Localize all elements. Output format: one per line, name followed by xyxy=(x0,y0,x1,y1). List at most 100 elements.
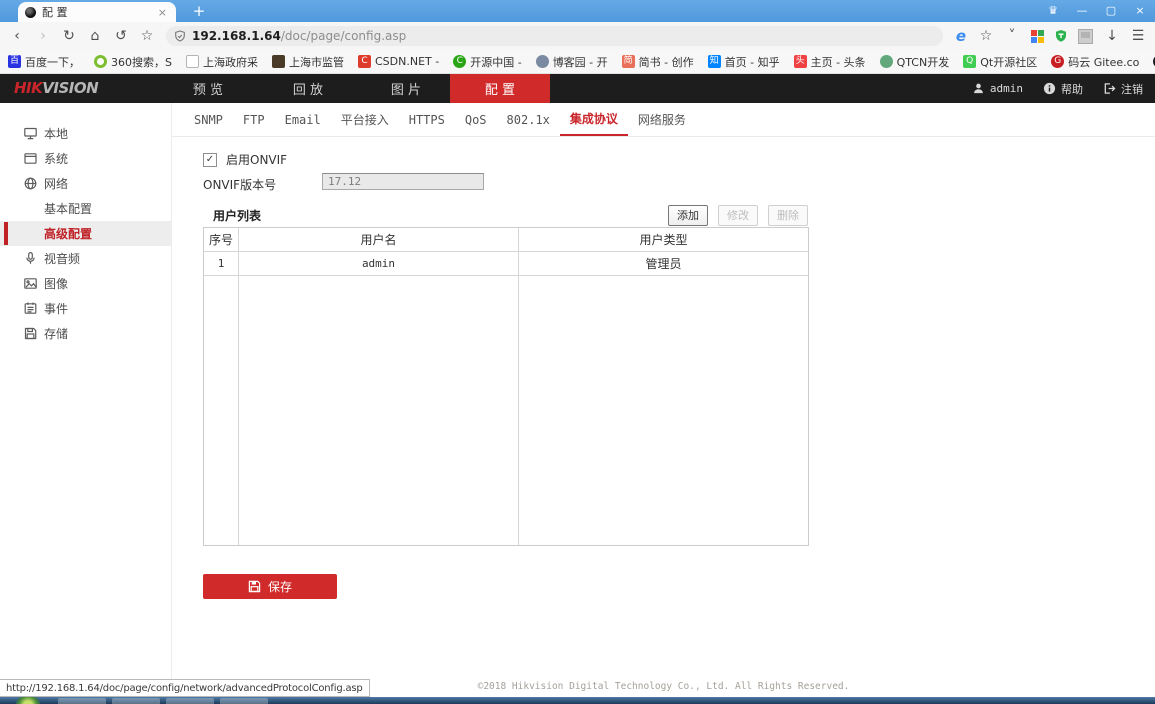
tab-integration-protocol[interactable]: 集成协议 xyxy=(560,103,628,136)
taskbar-button[interactable] xyxy=(112,698,160,704)
menu-icon[interactable]: ☰ xyxy=(1125,23,1151,49)
col-header-no: 序号 xyxy=(204,228,239,251)
forward-icon[interactable]: › xyxy=(30,23,56,49)
new-tab-button[interactable]: + xyxy=(188,1,210,21)
reload-icon[interactable]: ↻ xyxy=(56,23,82,49)
status-link-tooltip: http://192.168.1.64/doc/page/config/netw… xyxy=(0,679,370,697)
url-host: 192.168.1.64 xyxy=(192,29,281,43)
capture-icon[interactable] xyxy=(1078,29,1093,44)
favorite-star-icon[interactable]: ☆ xyxy=(973,23,999,49)
back-icon[interactable]: ‹ xyxy=(4,23,30,49)
nav-picture[interactable]: 图 片 xyxy=(356,74,456,103)
bookmark-label: 上海政府采 xyxy=(203,54,258,70)
sidebar-item-audio-video[interactable]: 视音频 xyxy=(0,246,171,271)
protocol-tabs: SNMP FTP Email 平台接入 HTTPS QoS 802.1x 集成协… xyxy=(172,103,1155,137)
bookmark-toutiao[interactable]: 头主页 - 头条 xyxy=(794,54,866,70)
nav-preview[interactable]: 预 览 xyxy=(158,74,258,103)
sidebar-item-local[interactable]: 本地 xyxy=(0,121,171,146)
bookmark-jianshu[interactable]: 简简书 - 创作 xyxy=(622,54,694,70)
bookmark-cnblogs[interactable]: 博客园 - 开 xyxy=(536,54,608,70)
home-icon[interactable]: ⌂ xyxy=(82,23,108,49)
browser-tab[interactable]: 配 置 × xyxy=(18,2,176,22)
enable-onvif-checkbox[interactable]: ✓ xyxy=(203,153,217,167)
tab-favicon-icon xyxy=(25,7,36,18)
nav-playback[interactable]: 回 放 xyxy=(258,74,358,103)
tab-https[interactable]: HTTPS xyxy=(399,103,455,136)
enable-onvif-label: 启用ONVIF xyxy=(226,151,287,168)
sidebar-item-advanced-config[interactable]: 高级配置 xyxy=(0,221,171,246)
sidebar-item-basic-config[interactable]: 基本配置 xyxy=(0,196,171,221)
window-icon xyxy=(23,151,38,166)
col-header-usertype: 用户类型 xyxy=(519,228,808,251)
logout-button[interactable]: 注销 xyxy=(1103,81,1143,97)
save-button[interactable]: 保存 xyxy=(203,574,337,599)
col-header-username: 用户名 xyxy=(239,228,519,251)
modify-user-button[interactable]: 修改 xyxy=(718,205,758,226)
security-shield-icon[interactable] xyxy=(1054,29,1068,44)
qtcn-icon xyxy=(880,55,893,68)
bookmark-label: 博客园 - 开 xyxy=(553,54,608,70)
tab-close-icon[interactable]: × xyxy=(156,6,169,19)
skin-icon[interactable]: ♛ xyxy=(1046,4,1060,17)
tab-ftp[interactable]: FTP xyxy=(233,103,275,136)
tab-8021x[interactable]: 802.1x xyxy=(497,103,560,136)
sidebar-item-network[interactable]: 网络 xyxy=(0,171,171,196)
bookmark-label: 开源中国 - xyxy=(470,54,521,70)
apps-grid-icon[interactable] xyxy=(1031,30,1044,43)
add-user-button[interactable]: 添加 xyxy=(668,205,708,226)
browser-titlebar: 配 置 × + ♛ — ▢ × xyxy=(0,0,1155,22)
calendar-icon xyxy=(23,301,38,316)
undo-icon[interactable]: ↺ xyxy=(108,23,134,49)
bookmark-baidu[interactable]: 百百度一下， xyxy=(8,54,80,70)
sidebar-item-event[interactable]: 事件 xyxy=(0,296,171,321)
tab-snmp[interactable]: SNMP xyxy=(184,103,233,136)
help-button[interactable]: 帮助 xyxy=(1043,81,1083,97)
tab-platform-access[interactable]: 平台接入 xyxy=(331,103,399,136)
url-bar[interactable]: 192.168.1.64 /doc/page/config.asp xyxy=(166,26,943,46)
header-right: admin 帮助 注销 xyxy=(972,74,1143,103)
nav-configuration[interactable]: 配 置 xyxy=(450,74,550,103)
bookmark-label: CSDN.NET - xyxy=(375,55,439,68)
help-label: 帮助 xyxy=(1061,81,1083,97)
site-shield-icon[interactable] xyxy=(174,30,186,43)
bookmarks-bar: 百百度一下， 360搜索，S 上海政府采 上海市监管 CCSDN.NET - C… xyxy=(0,50,1155,74)
minimize-button[interactable]: — xyxy=(1075,4,1089,17)
bookmark-label: 上海市监管 xyxy=(289,54,344,70)
onvif-version-field[interactable] xyxy=(322,173,484,190)
restore-button[interactable]: ▢ xyxy=(1104,4,1118,17)
ie-mode-icon[interactable]: e xyxy=(949,27,973,45)
bookmark-shanghai-gov[interactable]: 上海政府采 xyxy=(186,54,258,70)
bookmark-shanghai-market[interactable]: 上海市监管 xyxy=(272,54,344,70)
table-row[interactable]: 1 admin 管理员 xyxy=(204,252,808,276)
tab-network-service[interactable]: 网络服务 xyxy=(628,103,696,136)
cnblogs-icon xyxy=(536,55,549,68)
bookmark-star-icon[interactable]: ☆ xyxy=(134,23,160,49)
bookmark-360search[interactable]: 360搜索，S xyxy=(94,54,172,70)
bookmark-qtcn[interactable]: QTCN开发 xyxy=(880,54,950,70)
user-list-buttons: 添加 修改 删除 xyxy=(668,205,809,226)
delete-user-button[interactable]: 删除 xyxy=(768,205,808,226)
tab-email[interactable]: Email xyxy=(275,103,331,136)
hikvision-logo: HIKVISION xyxy=(14,79,98,97)
taskbar-button[interactable] xyxy=(220,698,268,704)
bookmark-csdn[interactable]: CCSDN.NET - xyxy=(358,55,439,68)
browser-toolbar: ‹ › ↻ ⌂ ↺ ☆ 192.168.1.64 /doc/page/confi… xyxy=(0,22,1155,50)
sidebar-item-storage[interactable]: 存储 xyxy=(0,321,171,346)
start-orb[interactable] xyxy=(16,697,40,704)
bookmark-label: 主页 - 头条 xyxy=(811,54,866,70)
chevron-down-icon[interactable]: ˅ xyxy=(999,23,1025,49)
qt-icon: Q xyxy=(963,55,976,68)
sidebar-item-system[interactable]: 系统 xyxy=(0,146,171,171)
bookmark-gitee[interactable]: G码云 Gitee.co xyxy=(1051,54,1139,70)
bookmark-zhihu[interactable]: 知首页 - 知乎 xyxy=(708,54,780,70)
download-icon[interactable]: ↓ xyxy=(1099,23,1125,49)
taskbar-button[interactable] xyxy=(166,698,214,704)
bookmark-oschina[interactable]: C开源中国 - xyxy=(453,54,521,70)
tab-qos[interactable]: QoS xyxy=(455,103,497,136)
close-button[interactable]: × xyxy=(1133,4,1147,17)
taskbar-button[interactable] xyxy=(58,698,106,704)
user-menu[interactable]: admin xyxy=(972,82,1023,95)
bookmark-qt-community[interactable]: QQt开源社区 xyxy=(963,54,1037,70)
window-controls: ♛ — ▢ × xyxy=(1046,0,1147,21)
sidebar-item-image[interactable]: 图像 xyxy=(0,271,171,296)
